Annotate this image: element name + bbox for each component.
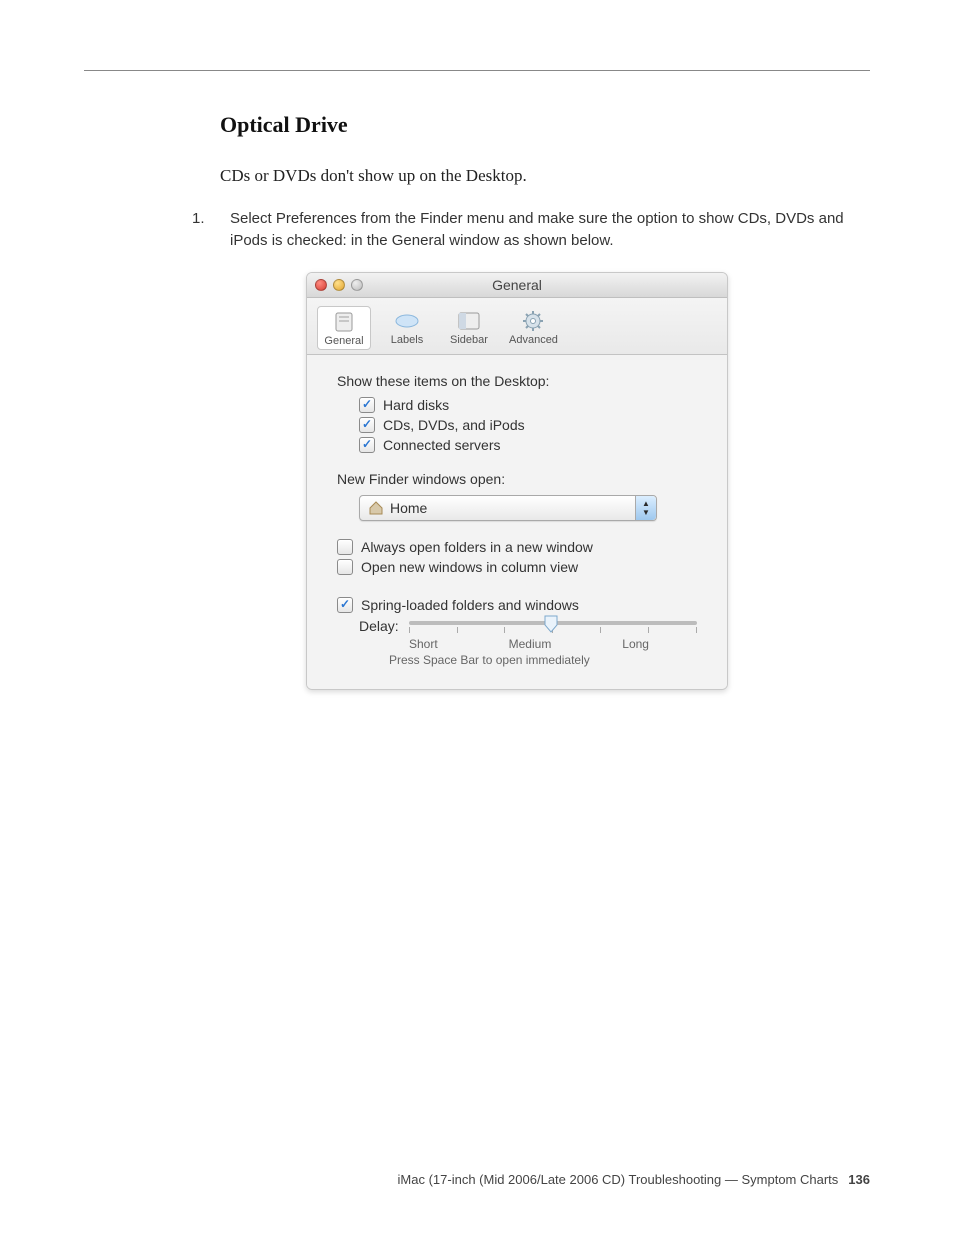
step-text: Select Preferences from the Finder menu … (230, 208, 870, 252)
checkbox-icon[interactable] (337, 559, 353, 575)
check-connected-servers[interactable]: Connected servers (359, 437, 697, 453)
prefs-toolbar: General Labels Sidebar (307, 298, 727, 355)
popup-label: Home (390, 500, 427, 516)
check-label: Spring-loaded folders and windows (361, 597, 579, 613)
delay-slider-row: Delay: (359, 617, 697, 635)
minimize-icon[interactable] (333, 279, 345, 291)
step-1: 1. Select Preferences from the Finder me… (220, 208, 870, 252)
close-icon[interactable] (315, 279, 327, 291)
show-items-heading: Show these items on the Desktop: (337, 373, 697, 389)
check-label: Always open folders in a new window (361, 539, 593, 555)
page-footer: iMac (17-inch (Mid 2006/Late 2006 CD) Tr… (84, 1172, 870, 1187)
tab-advanced[interactable]: Advanced (505, 306, 562, 350)
section-title: Optical Drive (220, 112, 870, 138)
prefs-pane: Show these items on the Desktop: Hard di… (307, 355, 727, 689)
chevron-up-down-icon[interactable]: ▲▼ (635, 496, 656, 520)
home-icon (368, 501, 384, 515)
footer-text: iMac (17-inch (Mid 2006/Late 2006 CD) Tr… (398, 1172, 839, 1187)
spacebar-hint: Press Space Bar to open immediately (389, 653, 697, 667)
traffic-lights (315, 279, 363, 291)
checkbox-icon[interactable] (359, 397, 375, 413)
delay-label: Delay: (359, 618, 399, 634)
slider-tick-labels: Short Medium Long (409, 637, 649, 651)
check-spring-loaded[interactable]: Spring-loaded folders and windows (337, 597, 697, 613)
gear-icon (519, 310, 547, 332)
zoom-icon[interactable] (351, 279, 363, 291)
checkbox-icon[interactable] (359, 417, 375, 433)
header-rule (84, 70, 870, 71)
page-number: 136 (848, 1172, 870, 1187)
slider-thumb-icon[interactable] (544, 615, 558, 633)
delay-slider[interactable] (409, 617, 697, 635)
tab-label: Labels (391, 334, 423, 346)
check-cds-dvds-ipods[interactable]: CDs, DVDs, and iPods (359, 417, 697, 433)
checkbox-icon[interactable] (337, 597, 353, 613)
sidebar-icon (455, 310, 483, 332)
tab-label: Sidebar (450, 334, 488, 346)
titlebar: General (307, 273, 727, 298)
slider-label-long: Long (622, 637, 649, 651)
check-hard-disks[interactable]: Hard disks (359, 397, 697, 413)
check-open-new-window[interactable]: Always open folders in a new window (337, 539, 697, 555)
check-label: Connected servers (383, 437, 501, 453)
window-title: General (307, 277, 727, 293)
check-label: Open new windows in column view (361, 559, 578, 575)
tab-label: General (324, 335, 363, 347)
tab-general[interactable]: General (317, 306, 371, 350)
check-label: Hard disks (383, 397, 449, 413)
new-windows-popup[interactable]: Home ▲▼ (359, 495, 657, 521)
symptom-line: CDs or DVDs don't show up on the Desktop… (220, 166, 870, 186)
content-area: Optical Drive CDs or DVDs don't show up … (220, 112, 870, 690)
slider-label-medium: Medium (509, 637, 552, 651)
finder-general-prefs-window: General General Labels (306, 272, 728, 690)
tab-labels[interactable]: Labels (381, 306, 433, 350)
step-number: 1. (192, 208, 212, 252)
check-column-view[interactable]: Open new windows in column view (337, 559, 697, 575)
checkbox-icon[interactable] (359, 437, 375, 453)
labels-icon (393, 310, 421, 332)
slider-label-short: Short (409, 637, 438, 651)
tab-label: Advanced (509, 334, 558, 346)
tab-sidebar[interactable]: Sidebar (443, 306, 495, 350)
checkbox-icon[interactable] (337, 539, 353, 555)
new-windows-heading: New Finder windows open: (337, 471, 697, 487)
general-icon (330, 311, 358, 333)
check-label: CDs, DVDs, and iPods (383, 417, 525, 433)
